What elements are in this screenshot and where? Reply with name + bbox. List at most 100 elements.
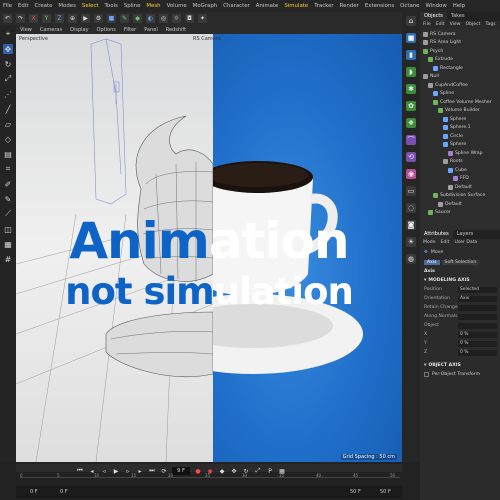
twist-icon[interactable]: ⟲: [406, 152, 416, 162]
light-icon[interactable]: ✦: [198, 14, 207, 23]
tree-node[interactable]: Coffee Volume Mesher: [420, 98, 500, 107]
menu-item-animate[interactable]: Animate: [256, 3, 279, 9]
tree-node[interactable]: Psych: [420, 47, 500, 56]
paint-icon[interactable]: ✐: [3, 179, 13, 189]
scale-tool-icon[interactable]: ⤢: [3, 74, 13, 84]
menu-item-mesh[interactable]: Mesh: [146, 3, 160, 9]
grid-icon[interactable]: #: [3, 254, 13, 264]
object-axis-header[interactable]: ▾ OBJECT AXIS: [420, 361, 500, 370]
tab-takes[interactable]: Takes: [447, 12, 469, 21]
spline-pen-icon[interactable]: ✎: [120, 14, 129, 23]
tree-node[interactable]: FFD: [420, 175, 500, 184]
timeline-ruler[interactable]: 0 5 10 15 20 25 30 35 40 45 50: [20, 473, 400, 478]
attribute-value[interactable]: Axis: [458, 295, 497, 302]
cloner-icon[interactable]: ✿: [406, 101, 416, 111]
viewport-menu-view[interactable]: View: [20, 27, 32, 33]
range-end[interactable]: 50 F: [350, 489, 361, 495]
render-view-icon[interactable]: ▶: [81, 14, 90, 23]
attribute-value[interactable]: [458, 322, 497, 329]
menu-item-tools[interactable]: Tools: [105, 3, 118, 9]
polygons-mode-icon[interactable]: ▱: [3, 119, 13, 129]
per-object-transform-row[interactable]: Per-Object Transform: [420, 370, 500, 379]
sweep-icon[interactable]: ◗: [406, 67, 416, 77]
tree-node[interactable]: Default: [420, 200, 500, 209]
floor-icon[interactable]: ▭: [406, 186, 416, 196]
attributes-menu-item[interactable]: Mode: [423, 240, 436, 246]
attribute-value[interactable]: 0 %: [458, 331, 497, 338]
tree-node[interactable]: Rectangle: [420, 64, 500, 73]
objects-menu-edit[interactable]: Edit: [436, 22, 445, 28]
menu-item-volume[interactable]: Volume: [167, 3, 187, 9]
viewport-menu-redshift[interactable]: Redshift: [166, 27, 186, 33]
cube-icon[interactable]: ■: [107, 14, 116, 23]
z-axis-icon[interactable]: Z: [55, 14, 64, 23]
tab-layers[interactable]: Layers: [453, 230, 478, 239]
attributes-menu-item[interactable]: User Data: [454, 240, 477, 246]
instance-icon[interactable]: ❖: [406, 118, 416, 128]
camera-object-icon[interactable]: ◙: [406, 220, 416, 230]
deformer-icon[interactable]: ◐: [146, 14, 155, 23]
menu-item-tracker[interactable]: Tracker: [314, 3, 333, 9]
redo-icon[interactable]: ↷: [16, 14, 25, 23]
model-mode-icon[interactable]: ◇: [3, 134, 13, 144]
lock-icon[interactable]: ◫: [3, 224, 13, 234]
render-settings-icon[interactable]: ⚙: [94, 14, 103, 23]
light-object-icon[interactable]: ☀: [406, 237, 416, 247]
modeling-axis-header[interactable]: ▾ MODELING AXIS: [420, 276, 500, 285]
menu-item-help[interactable]: Help: [453, 3, 465, 9]
tree-node[interactable]: RS Camera: [420, 30, 500, 39]
menu-item-file[interactable]: File: [3, 3, 12, 9]
array-icon[interactable]: ✱: [406, 84, 416, 94]
range-start-2[interactable]: 0 F: [60, 489, 68, 495]
snap-icon[interactable]: ⌗: [3, 164, 13, 174]
attribute-value[interactable]: 0 %: [458, 340, 497, 347]
tree-node[interactable]: Volume Builder: [420, 107, 500, 116]
tree-node[interactable]: Subdivision Surface: [420, 192, 500, 201]
tab-objects[interactable]: Objects: [420, 12, 447, 21]
home-icon[interactable]: ⌂: [406, 16, 416, 26]
attribute-value[interactable]: 0 %: [458, 349, 497, 356]
viewport-menu-panel[interactable]: Panel: [144, 27, 158, 33]
edges-mode-icon[interactable]: ╱: [3, 104, 13, 114]
tree-node[interactable]: Extrude: [420, 56, 500, 65]
viewport-menu-cameras[interactable]: Cameras: [40, 27, 62, 33]
subtab-axis[interactable]: Axis: [424, 260, 440, 265]
viewport-menu-display[interactable]: Display: [70, 27, 88, 33]
menu-item-extensions[interactable]: Extensions: [365, 3, 394, 9]
range-start[interactable]: 0 F: [30, 489, 38, 495]
attributes-menu-item[interactable]: Edit: [441, 240, 450, 246]
tree-node[interactable]: Circle: [420, 132, 500, 141]
tree-node[interactable]: Saucer: [420, 209, 500, 218]
menu-item-simulate[interactable]: Simulate: [284, 3, 308, 9]
tree-node[interactable]: Roots: [420, 158, 500, 167]
menu-item-modes[interactable]: Modes: [58, 3, 76, 9]
attribute-value[interactable]: Selected: [458, 286, 497, 293]
menu-item-octane[interactable]: Octane: [400, 3, 419, 9]
tree-node[interactable]: Spline: [420, 90, 500, 99]
objects-menu-tags[interactable]: Tags: [485, 22, 495, 28]
frame-range-bar[interactable]: 0 F 0 F 50 F 50 F: [16, 486, 402, 498]
viewport-menu-filter[interactable]: Filter: [124, 27, 136, 33]
material-icon[interactable]: ◍: [406, 254, 416, 264]
attribute-value[interactable]: [458, 313, 497, 320]
generator-icon[interactable]: ◆: [133, 14, 142, 23]
environment-icon[interactable]: ◌: [406, 203, 416, 213]
objects-menu-view[interactable]: View: [450, 22, 461, 28]
select-tool-icon[interactable]: ⌖: [3, 29, 13, 39]
tree-node[interactable]: Sphere: [420, 115, 500, 124]
objects-menu-object[interactable]: Object: [466, 22, 481, 28]
per-object-checkbox[interactable]: [424, 372, 429, 377]
tree-node[interactable]: RS Area Light: [420, 39, 500, 48]
attribute-value[interactable]: [458, 304, 497, 311]
menu-item-edit[interactable]: Edit: [18, 3, 28, 9]
viewport[interactable]: Perspective RS Camera Grid Spacing : 50 …: [16, 34, 402, 462]
tree-node[interactable]: CupAndCoffee: [420, 81, 500, 90]
tab-attributes[interactable]: Attributes: [420, 230, 453, 239]
tree-node[interactable]: Spline Wrap: [420, 149, 500, 158]
objects-menu-file[interactable]: File: [423, 22, 431, 28]
menu-item-render[interactable]: Render: [340, 3, 359, 9]
y-axis-icon[interactable]: Y: [42, 14, 51, 23]
menu-item-window[interactable]: Window: [426, 3, 447, 9]
tree-node[interactable]: Cube: [420, 166, 500, 175]
tree-node[interactable]: Sphere: [420, 141, 500, 150]
